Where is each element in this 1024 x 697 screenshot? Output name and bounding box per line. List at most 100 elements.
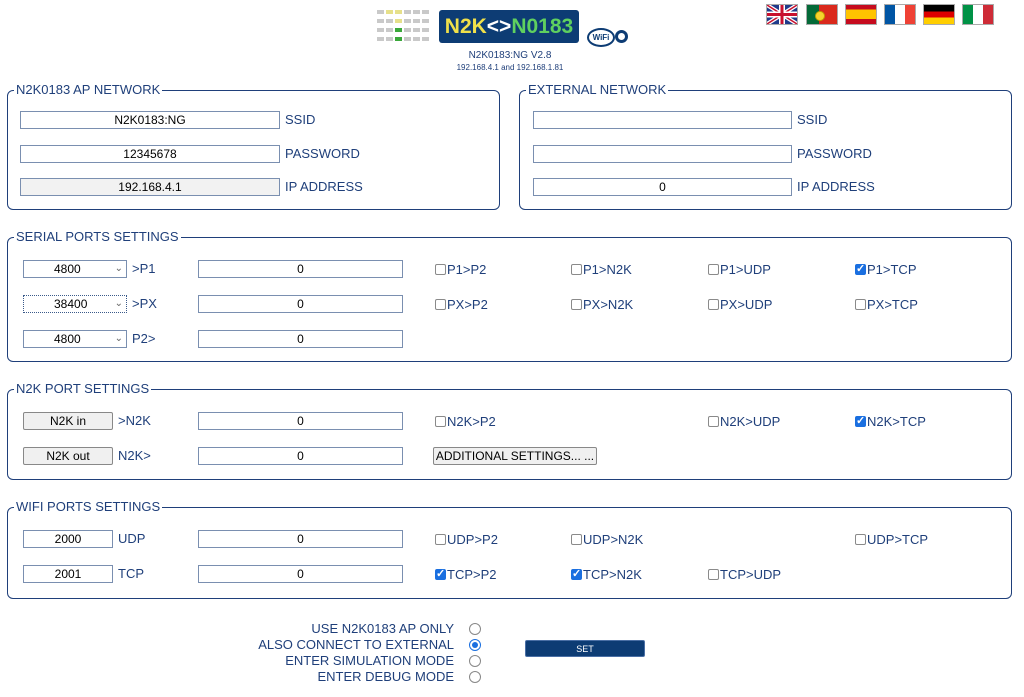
p1-label: >P1 [132,261,156,276]
ip-addresses-text: 192.168.4.1 and 192.168.1.81 [456,63,564,72]
ext-password-input[interactable] [533,145,792,163]
px-label: >PX [132,296,157,311]
version-text: N2K0183:NG V2.8 [468,50,552,61]
px-n2k-checkbox[interactable]: PX>N2K [571,297,633,312]
checkbox-checked-icon [855,414,866,429]
p1-baud-value: 4800 [54,262,81,276]
n2k-port-legend: N2K PORT SETTINGS [16,381,150,396]
udp-port-input[interactable] [23,530,113,548]
checkbox-icon [708,416,719,427]
france-flag[interactable] [884,4,916,25]
mode-ap-only-radio[interactable] [469,623,481,635]
serial-ports-legend: SERIAL PORTS SETTINGS [16,229,179,244]
p1-p2-checkbox[interactable]: P1>P2 [435,262,486,277]
checkbox-label: PX>UDP [720,297,773,312]
checkbox-label: UDP>N2K [583,532,644,547]
set-button[interactable]: SET [525,640,645,657]
checkbox-icon [855,534,866,545]
germany-flag[interactable] [923,4,955,25]
mode-external-radio[interactable] [469,639,481,651]
ext-ip-input[interactable] [533,178,792,196]
px-baud-value: 38400 [54,297,88,311]
ap-ssid-input[interactable] [20,111,280,129]
ext-ip-label: IP ADDRESS [797,179,875,194]
checkbox-checked-icon [435,567,446,582]
n2k-udp-checkbox[interactable]: N2K>UDP [708,414,780,429]
uk-flag[interactable] [766,4,798,25]
n2k-out-button[interactable]: N2K out [23,447,113,465]
checkbox-label: P1>N2K [583,262,632,277]
px-udp-checkbox[interactable]: PX>UDP [708,297,772,312]
p2-baud-value: 4800 [54,332,81,346]
wifi-icon: WiFi [587,28,615,47]
mode-ap-only-label: USE N2K0183 AP ONLY [311,621,454,636]
app-logo: N2K<>N0183 [439,10,579,43]
p2-count-field [198,330,403,348]
checkbox-label: UDP>TCP [867,532,929,547]
udp-p2-checkbox[interactable]: UDP>P2 [435,532,498,547]
p1-n2k-checkbox[interactable]: P1>N2K [571,262,632,277]
tcp-n2k-checkbox[interactable]: TCP>N2K [571,567,642,582]
px-baud-select[interactable]: 38400 ⌄ [23,295,127,313]
checkbox-icon [708,569,719,580]
ap-password-input[interactable] [20,145,280,163]
checkbox-icon [435,534,446,545]
p1-count-field [198,260,403,278]
mode-external-label: ALSO CONNECT TO EXTERNAL [258,637,454,652]
ap-network-legend: N2K0183 AP NETWORK [16,82,161,97]
n2k-tcp-checkbox[interactable]: N2K>TCP [855,414,926,429]
checkbox-icon [435,416,446,427]
checkbox-label: TCP>N2K [583,567,642,582]
chevron-down-icon: ⌄ [114,298,123,309]
checkbox-label: UDP>P2 [447,532,498,547]
checkbox-label: P1>TCP [867,262,917,277]
udp-label: UDP [118,531,146,546]
portugal-flag[interactable] [806,4,838,25]
p1-udp-checkbox[interactable]: P1>UDP [708,262,771,277]
ext-password-label: PASSWORD [797,146,872,161]
checkbox-label: PX>N2K [583,297,634,312]
n2k-p2-checkbox[interactable]: N2K>P2 [435,414,496,429]
tcp-udp-checkbox[interactable]: TCP>UDP [708,567,781,582]
ap-password-label: PASSWORD [285,146,360,161]
external-network-legend: EXTERNAL NETWORK [528,82,667,97]
checkbox-checked-icon [571,567,582,582]
p1-baud-select[interactable]: 4800 ⌄ [23,260,127,278]
ap-ip-label: IP ADDRESS [285,179,363,194]
checkbox-label: PX>TCP [867,297,918,312]
tcp-p2-checkbox[interactable]: TCP>P2 [435,567,497,582]
udp-n2k-checkbox[interactable]: UDP>N2K [571,532,643,547]
checkbox-label: TCP>P2 [447,567,497,582]
checkbox-icon [708,264,719,275]
mode-simulation-label: ENTER SIMULATION MODE [285,653,454,668]
checkbox-icon [571,299,582,310]
p2-baud-select[interactable]: 4800 ⌄ [23,330,127,348]
spain-flag[interactable] [845,4,877,25]
n2k-in-button[interactable]: N2K in [23,412,113,430]
tcp-port-input[interactable] [23,565,113,583]
tcp-label: TCP [118,566,144,581]
n2k-in-label: >N2K [118,413,151,428]
ext-ssid-input[interactable] [533,111,792,129]
checkbox-label: PX>P2 [447,297,488,312]
checkbox-label: N2K>UDP [720,414,781,429]
udp-tcp-checkbox[interactable]: UDP>TCP [855,532,928,547]
italy-flag[interactable] [962,4,994,25]
additional-settings-button[interactable]: ADDITIONAL SETTINGS... ... [433,447,597,465]
mode-debug-radio[interactable] [469,671,481,683]
px-tcp-checkbox[interactable]: PX>TCP [855,297,918,312]
p2-label: P2> [132,331,156,346]
chevron-down-icon: ⌄ [114,263,123,274]
checkbox-icon [571,264,582,275]
n2k-out-count-field [198,447,403,465]
ext-ssid-label: SSID [797,112,828,127]
ap-ssid-label: SSID [285,112,316,127]
wifi-ports-legend: WIFI PORTS SETTINGS [16,499,161,514]
mode-simulation-radio[interactable] [469,655,481,667]
checkbox-icon [571,534,582,545]
checkbox-label: N2K>TCP [867,414,926,429]
checkbox-label: P1>UDP [720,262,771,277]
p1-tcp-checkbox[interactable]: P1>TCP [855,262,917,277]
px-p2-checkbox[interactable]: PX>P2 [435,297,488,312]
ap-ip-input[interactable] [20,178,280,196]
